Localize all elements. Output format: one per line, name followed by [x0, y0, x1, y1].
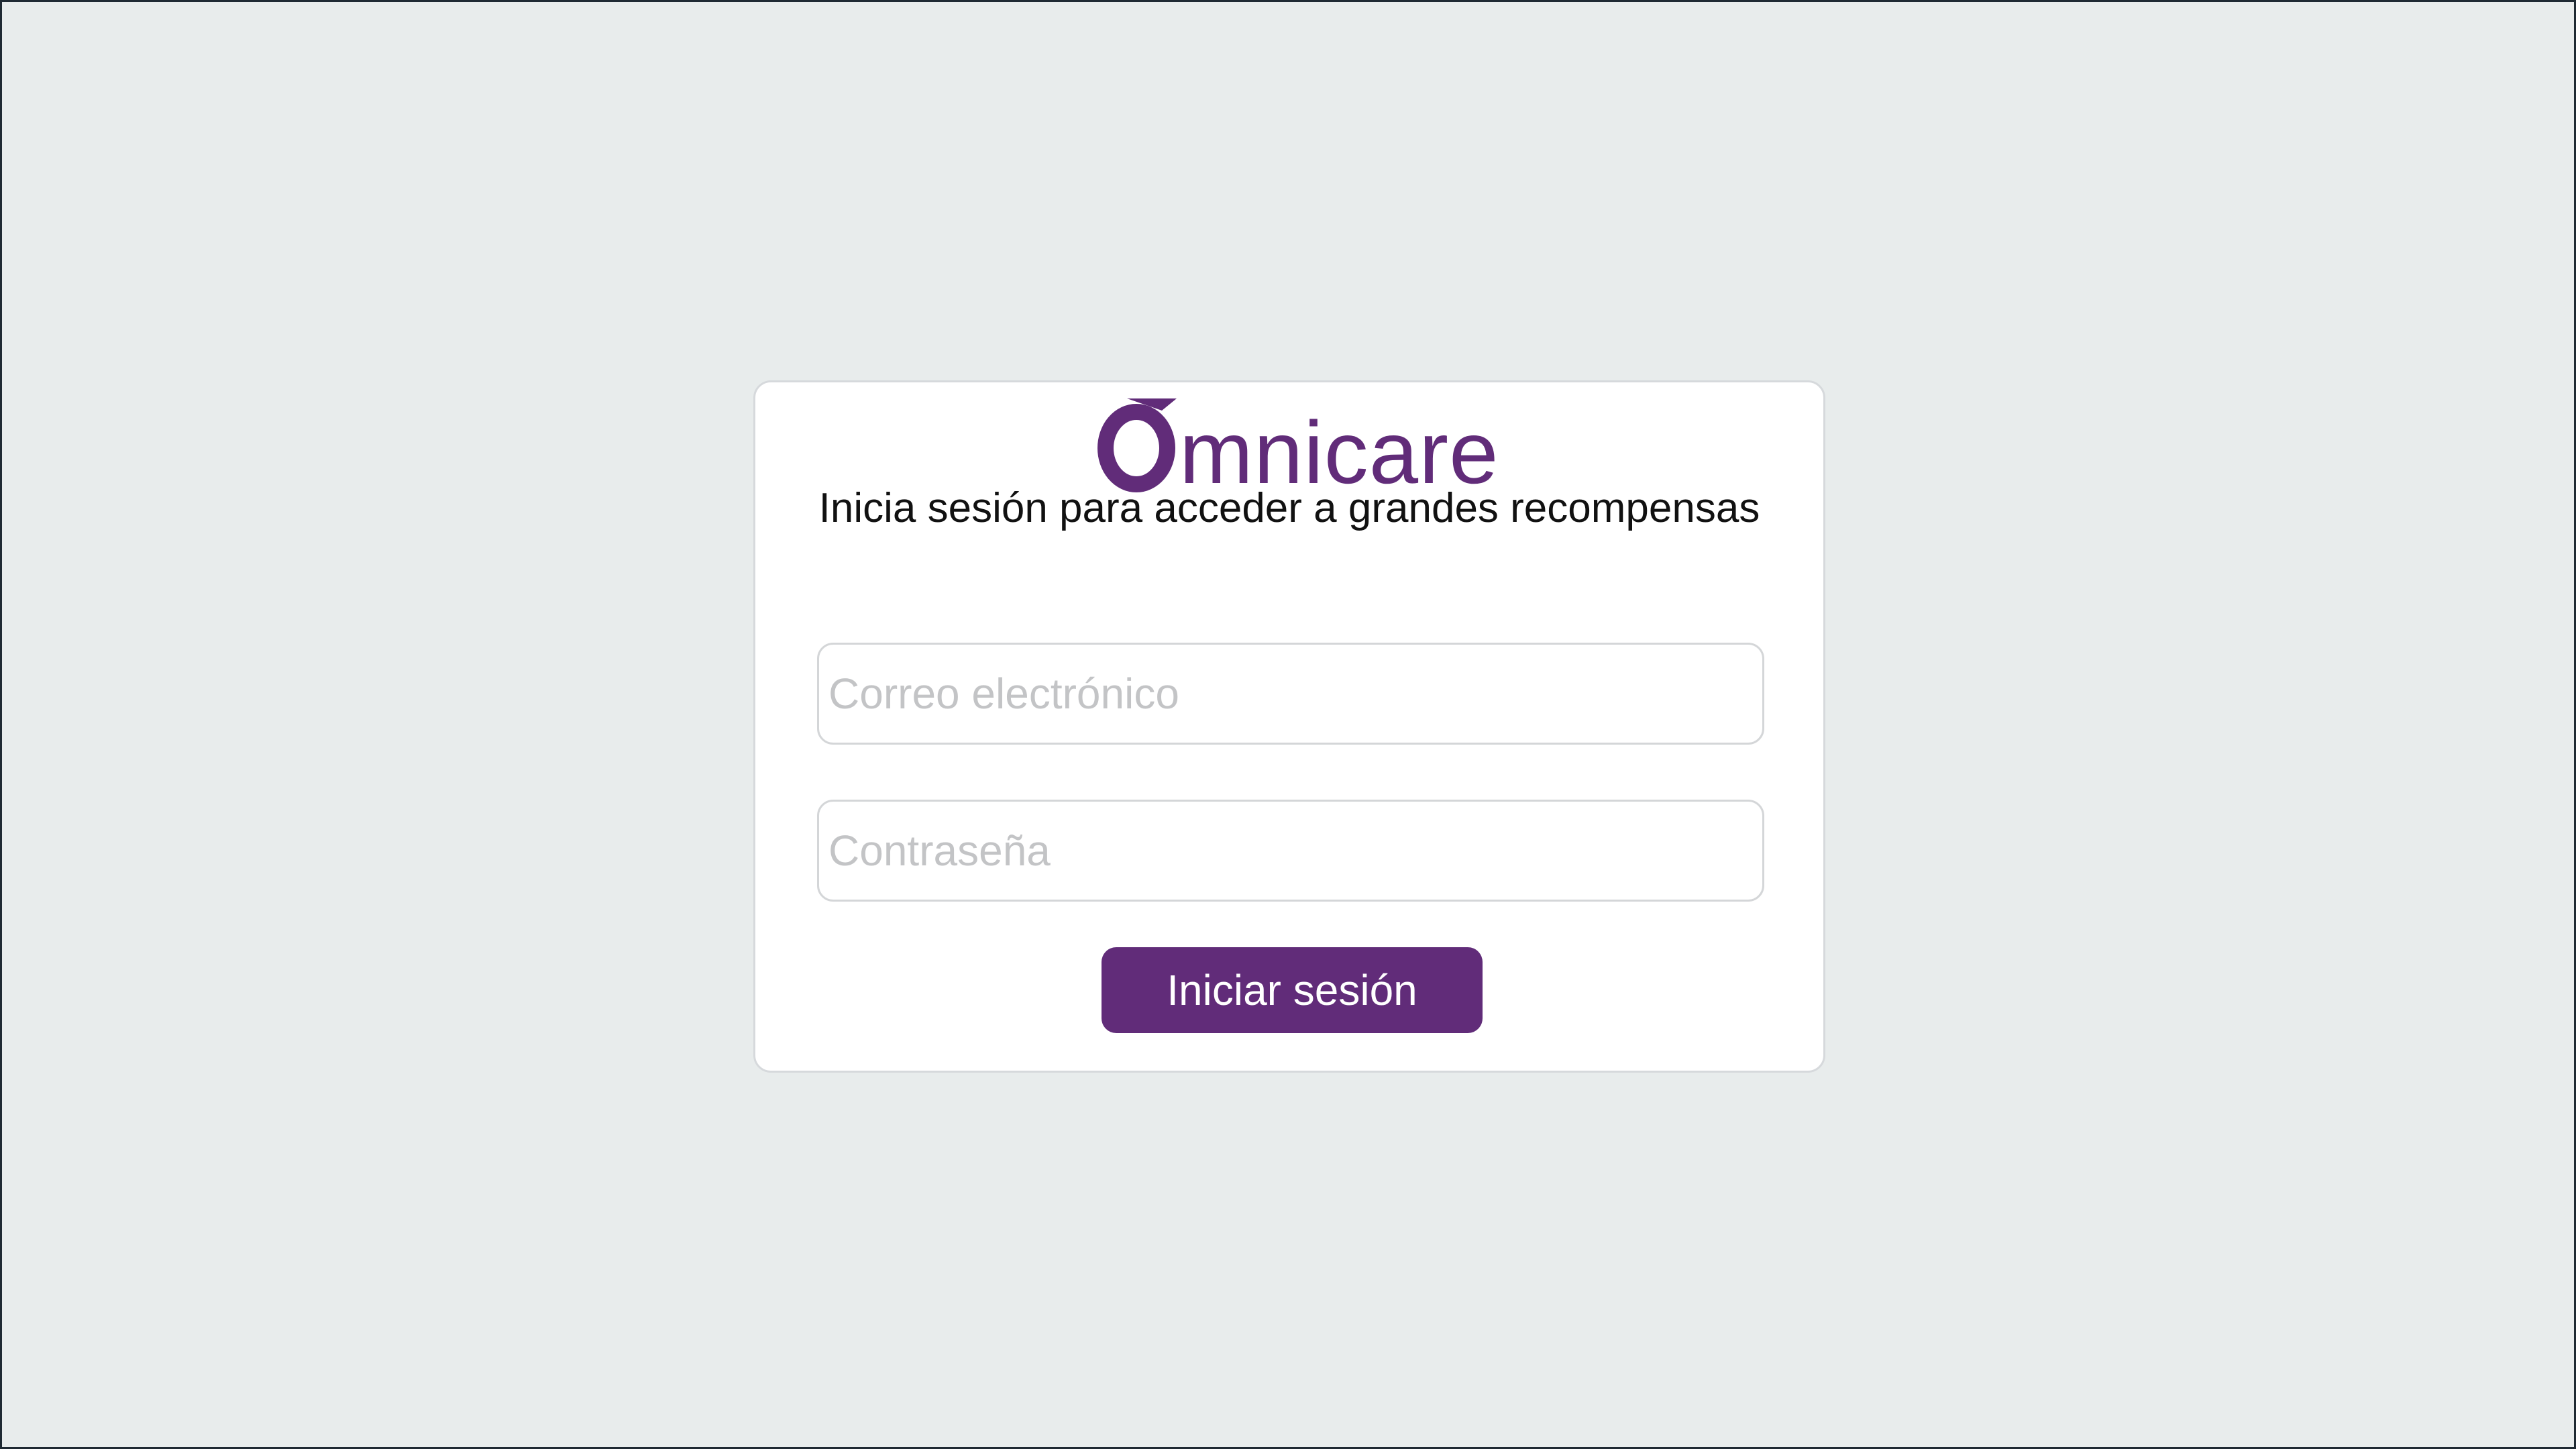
login-tagline: Inicia sesión para acceder a grandes rec… [818, 485, 1760, 531]
app-viewport: mnicare Inicia sesión para acceder a gra… [0, 0, 2576, 1449]
login-card: mnicare Inicia sesión para acceder a gra… [753, 380, 1825, 1073]
password-field[interactable] [817, 800, 1764, 902]
sign-in-button[interactable]: Iniciar sesión [1102, 947, 1483, 1033]
email-field[interactable] [817, 643, 1764, 745]
